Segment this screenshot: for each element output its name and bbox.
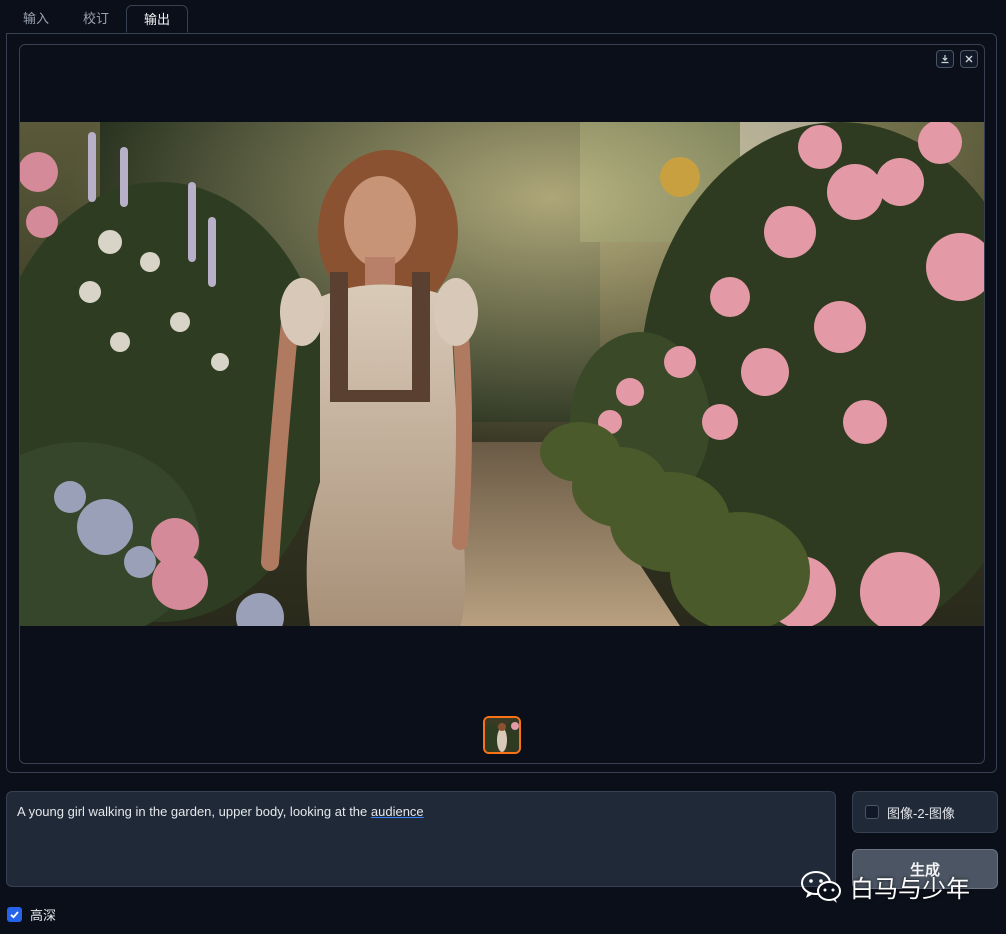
- checkbox-box: [865, 805, 879, 819]
- hd-option: 高深: [7, 905, 56, 924]
- prompt-text-underlined: audience: [370, 804, 424, 819]
- download-icon: [941, 55, 949, 64]
- hd-label: 高深: [30, 908, 57, 923]
- tab-output[interactable]: 输出: [126, 5, 189, 33]
- prompt-text: A young girl walking in the garden, uppe…: [17, 804, 371, 819]
- tab-input[interactable]: 输入: [6, 5, 66, 33]
- img2img-label: 图像-2-图像: [887, 805, 955, 821]
- wechat-icon: [801, 871, 841, 903]
- close-icon: [965, 55, 973, 63]
- watermark-text: 白马与少年: [850, 875, 970, 903]
- checkmark-icon: [10, 911, 19, 919]
- generated-image[interactable]: [20, 122, 984, 626]
- image-gallery: [19, 44, 985, 764]
- hd-checkbox[interactable]: [7, 907, 22, 922]
- watermark: 白马与少年: [800, 868, 970, 904]
- tab-bar: 输入 校订 输出: [6, 5, 189, 33]
- img2img-checkbox[interactable]: 图像-2-图像: [852, 791, 998, 833]
- download-button[interactable]: [936, 50, 954, 68]
- thumbnail-image: [485, 718, 519, 752]
- prompt-input[interactable]: A young girl walking in the garden, uppe…: [6, 791, 836, 887]
- close-button[interactable]: [960, 50, 978, 68]
- gallery-thumbnail[interactable]: [483, 716, 521, 754]
- tab-revise[interactable]: 校订: [66, 5, 126, 33]
